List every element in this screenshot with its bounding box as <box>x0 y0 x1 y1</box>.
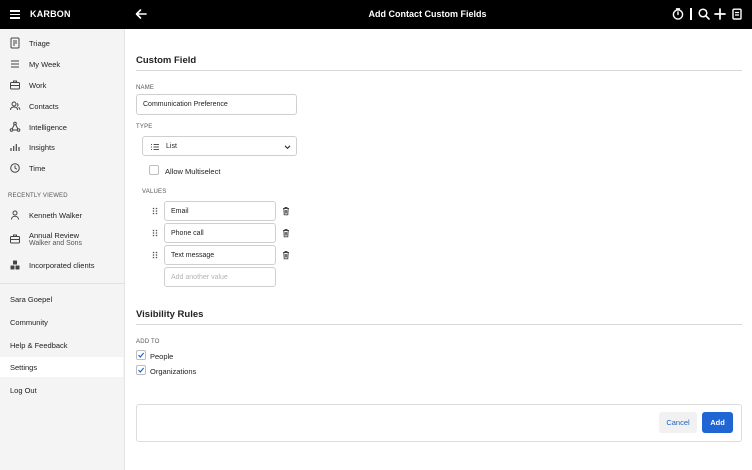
add-value-input[interactable]: Add another value <box>164 267 276 287</box>
sidebar-item-label: Triage <box>29 39 50 48</box>
trash-icon[interactable] <box>281 250 291 260</box>
type-label: TYPE <box>136 124 153 130</box>
timer-icon[interactable] <box>671 7 685 21</box>
organizations-checkbox[interactable] <box>136 365 146 375</box>
sidebar-item-label: Community <box>10 318 48 327</box>
sidebar-item-label: Contacts <box>29 102 59 111</box>
sidebar-item-label: Sara Goepel <box>10 295 53 304</box>
group-icon <box>9 259 21 271</box>
sidebar-item-time[interactable]: Time <box>0 158 125 178</box>
sidebar-item-log-out[interactable]: Log Out <box>0 380 123 400</box>
main-content: Custom Field NAME Communication Preferen… <box>126 29 752 470</box>
chevron-down-icon <box>283 143 292 151</box>
plus-icon[interactable] <box>713 7 727 21</box>
sidebar-item-contacts[interactable]: Contacts <box>0 96 125 116</box>
notes-icon[interactable] <box>730 7 744 21</box>
sidebar-divider <box>0 283 125 284</box>
section-title-custom-field: Custom Field <box>136 55 197 66</box>
checkmark-icon <box>138 352 145 358</box>
page-title: Add Contact Custom Fields <box>368 9 487 19</box>
sidebar-item-label: My Week <box>29 60 61 69</box>
sidebar-item-work[interactable]: Work <box>0 75 125 95</box>
clock-icon <box>9 162 21 174</box>
drag-handle-icon[interactable] <box>151 251 159 259</box>
sidebar-item-intelligence[interactable]: Intelligence <box>0 117 125 137</box>
recent-item-label: Incorporated clients <box>29 261 95 270</box>
sidebar-item-label: Log Out <box>10 386 37 395</box>
sidebar-item-label: Work <box>29 81 47 90</box>
network-icon <box>9 121 21 133</box>
recent-item-label: Kenneth Walker <box>29 211 83 220</box>
sidebar-item-user-profile[interactable]: Sara Goepel <box>0 289 123 309</box>
list-type-icon <box>150 142 160 152</box>
type-select-value: List <box>166 143 177 150</box>
sidebar-item-help-feedback[interactable]: Help & Feedback <box>0 335 123 355</box>
add-button[interactable]: Add <box>702 412 733 433</box>
briefcase-icon <box>9 233 21 245</box>
value-input[interactable]: Email <box>164 201 276 221</box>
list-icon <box>9 58 21 70</box>
recent-item[interactable]: Incorporated clients <box>0 255 125 275</box>
briefcase-icon <box>9 79 21 91</box>
values-label: VALUES <box>142 189 167 195</box>
person-icon <box>9 209 21 221</box>
checkmark-icon <box>138 367 145 373</box>
cancel-button[interactable]: Cancel <box>659 412 697 433</box>
drag-handle-icon[interactable] <box>151 207 159 215</box>
recent-item-label: Annual Review <box>29 231 80 240</box>
sidebar: Triage My Week Work Contacts Intelligenc… <box>0 29 125 470</box>
section-divider <box>136 70 742 71</box>
sidebar-item-label: Intelligence <box>29 123 67 132</box>
search-icon[interactable] <box>697 7 711 21</box>
sidebar-item-label: Settings <box>10 363 38 372</box>
sidebar-item-community[interactable]: Community <box>0 312 123 332</box>
allow-multiselect-label: Allow Multiselect <box>165 167 221 176</box>
section-divider <box>136 324 742 325</box>
recent-item-sublabel: Walker and Sons <box>29 240 83 247</box>
organizations-label: Organizations <box>150 367 197 376</box>
name-input[interactable]: Communication Preference <box>136 94 297 115</box>
recent-item[interactable]: Annual Review Walker and Sons <box>0 228 125 252</box>
name-label: NAME <box>136 85 155 91</box>
sidebar-item-triage[interactable]: Triage <box>0 33 125 53</box>
sidebar-item-my-week[interactable]: My Week <box>0 54 125 74</box>
trash-icon[interactable] <box>281 228 291 238</box>
toolbar-divider <box>690 8 692 20</box>
sidebar-item-label: Help & Feedback <box>10 341 68 350</box>
trash-icon[interactable] <box>281 206 291 216</box>
add-to-label: ADD TO <box>136 339 160 345</box>
people-checkbox[interactable] <box>136 350 146 360</box>
sidebar-item-insights[interactable]: Insights <box>0 137 125 157</box>
triage-icon <box>9 37 21 49</box>
type-select[interactable]: List <box>142 136 297 156</box>
recently-viewed-heading: RECENTLY VIEWED <box>8 193 68 199</box>
section-title-visibility-rules: Visibility Rules <box>136 309 204 320</box>
drag-handle-icon[interactable] <box>151 229 159 237</box>
value-input[interactable]: Phone call <box>164 223 276 243</box>
sidebar-item-settings[interactable]: Settings <box>0 357 123 377</box>
form-actions-bar <box>136 404 742 442</box>
contacts-icon <box>9 100 21 112</box>
sidebar-item-label: Time <box>29 164 46 173</box>
people-label: People <box>150 352 174 361</box>
bar-chart-icon <box>9 141 21 153</box>
value-input[interactable]: Text message <box>164 245 276 265</box>
sidebar-item-label: Insights <box>29 143 55 152</box>
allow-multiselect-checkbox[interactable] <box>149 165 159 175</box>
recent-item[interactable]: Kenneth Walker <box>0 205 125 225</box>
top-bar: KARBON Add Contact Custom Fields <box>0 0 752 29</box>
